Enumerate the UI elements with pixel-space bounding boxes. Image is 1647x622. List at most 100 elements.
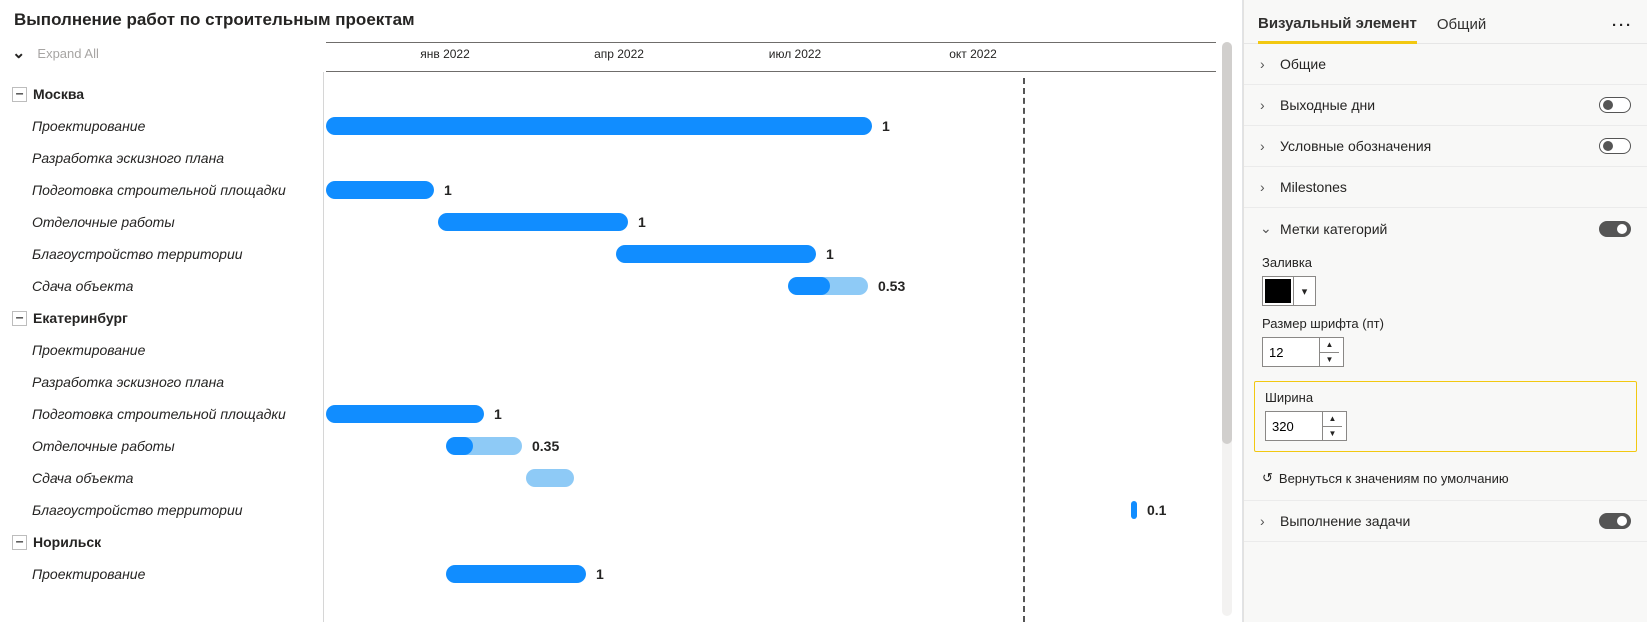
bar-value-label: 1 [826, 245, 834, 263]
gantt-bar[interactable] [788, 277, 868, 295]
gantt-bar[interactable] [326, 117, 872, 135]
task-row[interactable]: Разработка эскизного плана [12, 142, 323, 174]
section-body-width: Ширина ▲▼ [1254, 381, 1637, 452]
chart-title: Выполнение работ по строительным проекта… [0, 0, 1242, 36]
task-row[interactable]: Разработка эскизного плана [12, 366, 323, 398]
gantt-bar-progress [326, 181, 434, 199]
section-weekends: › Выходные дни [1244, 85, 1647, 126]
gantt-bar-progress [326, 405, 484, 423]
gantt-lane: 0.53 [326, 270, 1216, 302]
section-header-weekends[interactable]: › Выходные дни [1244, 85, 1647, 125]
gantt-bar[interactable] [526, 469, 574, 487]
task-row[interactable]: Благоустройство территории [12, 494, 323, 526]
group-row[interactable]: −Норильск [12, 526, 323, 558]
group-label: Москва [33, 86, 84, 102]
task-row[interactable]: Проектирование [12, 558, 323, 590]
undo-icon: ↺ [1262, 470, 1273, 486]
task-row[interactable]: Отделочные работы [12, 206, 323, 238]
format-panel: Визуальный элемент Общий ··· › Общие › В… [1243, 0, 1647, 622]
section-title: Выполнение задачи [1280, 513, 1410, 529]
gantt-bar-progress [446, 437, 473, 455]
task-row[interactable]: Подготовка строительной площадки [12, 174, 323, 206]
toggle-weekends[interactable] [1599, 97, 1631, 113]
task-row[interactable]: Благоустройство территории [12, 238, 323, 270]
section-body-category-labels: Заливка ▾ Размер шрифта (пт) ▲▼ [1244, 249, 1647, 381]
section-legend: › Условные обозначения [1244, 126, 1647, 167]
section-common: › Общие [1244, 44, 1647, 85]
bar-value-label: 1 [494, 405, 502, 423]
gantt-lane [326, 462, 1216, 494]
gantt-bar-progress [1131, 501, 1137, 519]
timeline-axis: янв 2022апр 2022июл 2022окт 2022 [326, 42, 1216, 72]
width-input[interactable]: ▲▼ [1265, 411, 1347, 441]
section-header-common[interactable]: › Общие [1244, 44, 1647, 84]
section-title: Выходные дни [1280, 97, 1375, 113]
task-row[interactable]: Проектирование [12, 110, 323, 142]
axis-tick: июл 2022 [769, 47, 821, 61]
task-row[interactable]: Отделочные работы [12, 430, 323, 462]
toggle-legend[interactable] [1599, 138, 1631, 154]
category-column: −МоскваПроектированиеРазработка эскизног… [12, 72, 324, 622]
stepper-icon[interactable]: ▲▼ [1322, 412, 1342, 440]
gantt-bar-progress [788, 277, 830, 295]
gantt-lane [326, 366, 1216, 398]
gantt-lane: 1 [326, 206, 1216, 238]
gantt-bar[interactable] [326, 405, 484, 423]
toggle-category-labels[interactable] [1599, 221, 1631, 237]
group-label: Норильск [33, 534, 101, 550]
group-row[interactable]: −Москва [12, 78, 323, 110]
gantt-bar[interactable] [1131, 501, 1137, 519]
scrollbar-vertical[interactable] [1222, 42, 1232, 616]
gantt-lane [326, 142, 1216, 174]
color-swatch [1265, 279, 1291, 303]
section-category-labels: ⌄ Метки категорий Заливка ▾ Размер шрифт… [1244, 208, 1647, 501]
collapse-icon[interactable]: − [12, 311, 27, 326]
chevron-right-icon: › [1260, 56, 1274, 72]
collapse-icon[interactable]: − [12, 535, 27, 550]
font-size-label: Размер шрифта (пт) [1262, 316, 1629, 331]
section-header-legend[interactable]: › Условные обозначения [1244, 126, 1647, 166]
task-row[interactable]: Сдача объекта [12, 270, 323, 302]
fill-color-picker[interactable]: ▾ [1262, 276, 1316, 306]
section-header-category-labels[interactable]: ⌄ Метки категорий [1244, 208, 1647, 249]
chevron-right-icon: › [1260, 513, 1274, 529]
section-task-completion: › Выполнение задачи [1244, 501, 1647, 542]
gantt-bar[interactable] [438, 213, 628, 231]
font-size-input[interactable]: ▲▼ [1262, 337, 1344, 367]
bar-value-label: 1 [444, 181, 452, 199]
group-row[interactable]: −Екатеринбург [12, 302, 323, 334]
gantt-bar[interactable] [616, 245, 816, 263]
tab-general[interactable]: Общий [1437, 10, 1486, 42]
gantt-lane: 1 [326, 238, 1216, 270]
gantt-bar[interactable] [446, 437, 522, 455]
chevron-down-icon[interactable]: ▾ [1293, 277, 1315, 305]
font-size-value[interactable] [1263, 338, 1319, 366]
section-title: Условные обозначения [1280, 138, 1431, 154]
stepper-icon[interactable]: ▲▼ [1319, 338, 1339, 366]
section-header-milestones[interactable]: › Milestones [1244, 167, 1647, 207]
reset-label: Вернуться к значениям по умолчанию [1279, 471, 1509, 486]
scroll-thumb[interactable] [1222, 42, 1232, 444]
gantt-bar[interactable] [446, 565, 586, 583]
task-row[interactable]: Проектирование [12, 334, 323, 366]
bar-value-label: 0.35 [532, 437, 559, 455]
gantt-bar-progress [438, 213, 628, 231]
bar-value-label: 1 [638, 213, 646, 231]
gantt-bar[interactable] [326, 181, 434, 199]
panel-tabs: Визуальный элемент Общий ··· [1244, 0, 1647, 44]
width-value[interactable] [1266, 412, 1322, 440]
width-label: Ширина [1265, 390, 1626, 405]
chevron-right-icon: › [1260, 138, 1274, 154]
more-options-icon[interactable]: ··· [1612, 17, 1633, 34]
axis-tick: окт 2022 [949, 47, 997, 61]
gantt-bar-progress [326, 117, 872, 135]
task-row[interactable]: Сдача объекта [12, 462, 323, 494]
section-header-task-completion[interactable]: › Выполнение задачи [1244, 501, 1647, 541]
tab-visual[interactable]: Визуальный элемент [1258, 9, 1417, 44]
collapse-icon[interactable]: − [12, 87, 27, 102]
reset-defaults-link[interactable]: ↺ Вернуться к значениям по умолчанию [1244, 460, 1647, 500]
toggle-task-completion[interactable] [1599, 513, 1631, 529]
bar-value-label: 0.1 [1147, 501, 1166, 519]
gantt-lane [326, 334, 1216, 366]
task-row[interactable]: Подготовка строительной площадки [12, 398, 323, 430]
